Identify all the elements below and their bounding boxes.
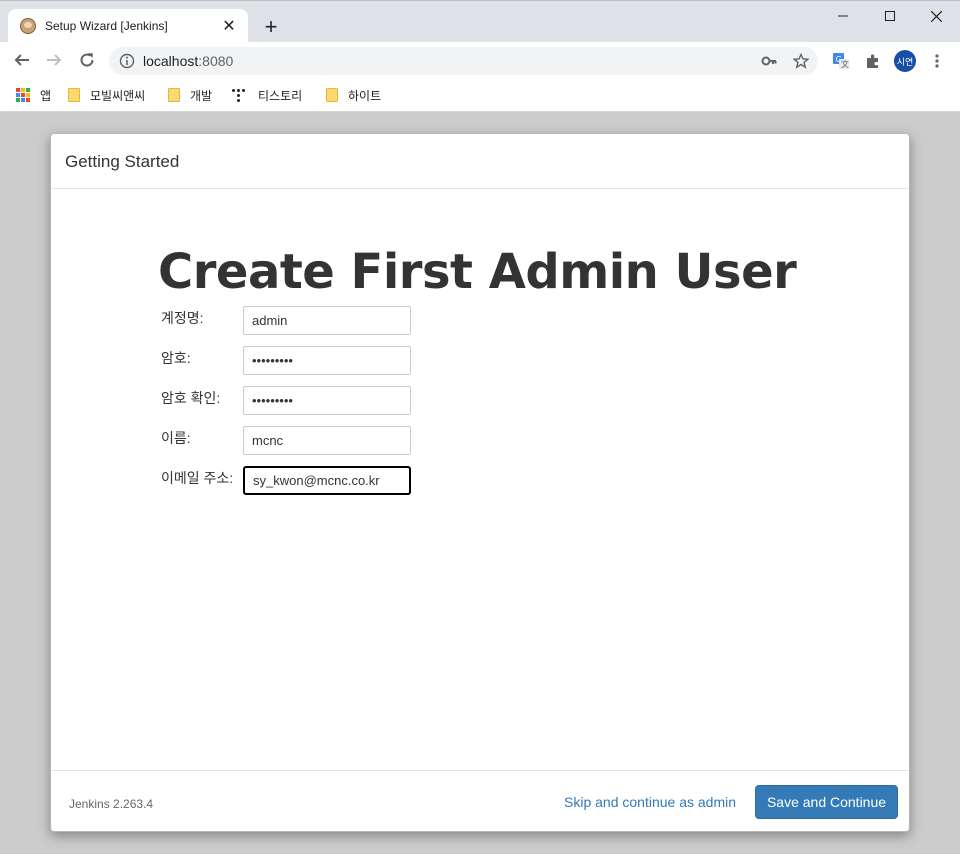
maximize-icon[interactable] <box>867 1 913 31</box>
url-host: localhost <box>143 53 199 69</box>
bookmark-folder-dev[interactable]: 개발 <box>168 84 212 106</box>
tistory-icon <box>232 88 246 102</box>
browser-tab-active[interactable]: Setup Wizard [Jenkins] ✕ <box>8 9 248 43</box>
google-translate-icon[interactable]: G文 <box>830 50 852 72</box>
url-port: :8080 <box>198 53 234 69</box>
password-key-icon[interactable] <box>759 51 779 71</box>
fullname-label: 이름: <box>161 430 191 446</box>
bookmark-star-icon[interactable] <box>791 51 811 71</box>
bookmark-label: 티스토리 <box>258 88 303 103</box>
forward-arrow-icon[interactable] <box>40 46 68 74</box>
bookmarks-bar: 앱 모빌씨앤씨 개발 티스토리 하이트 <box>0 79 960 112</box>
bookmark-label: 하이트 <box>348 88 382 103</box>
folder-icon <box>68 88 80 102</box>
fullname-field[interactable] <box>243 426 411 455</box>
svg-text:文: 文 <box>841 59 849 69</box>
browser-toolbar: localhost:8080 G文 시연 <box>0 42 960 79</box>
bookmark-folder-mobilecnc[interactable]: 모빌씨앤씨 <box>68 84 145 106</box>
bookmark-folder-hite[interactable]: 하이트 <box>326 84 381 106</box>
password-label: 암호: <box>161 350 191 366</box>
info-icon[interactable] <box>119 53 135 69</box>
confirm-password-label: 암호 확인: <box>161 390 221 406</box>
new-tab-icon[interactable]: + <box>258 14 284 40</box>
profile-avatar[interactable]: 시연 <box>894 50 916 72</box>
tab-title: Setup Wizard [Jenkins] <box>45 19 168 33</box>
url-text[interactable]: localhost:8080 <box>143 53 233 69</box>
bookmark-tistory[interactable]: 티스토리 <box>232 84 302 106</box>
wizard-header: Getting Started <box>51 134 909 189</box>
folder-icon <box>326 88 338 102</box>
bookmark-label: 앱 <box>40 88 52 103</box>
minimize-icon[interactable] <box>820 1 866 31</box>
extensions-puzzle-icon[interactable] <box>862 50 884 72</box>
jenkins-favicon-icon <box>20 18 36 34</box>
setup-wizard-dialog: Getting Started Create First Admin User … <box>50 133 910 832</box>
email-field[interactable] <box>243 466 411 495</box>
bookmark-label: 개발 <box>190 88 213 103</box>
bookmark-label: 모빌씨앤씨 <box>90 88 146 103</box>
reload-icon[interactable] <box>73 46 101 74</box>
save-and-continue-button[interactable]: Save and Continue <box>755 785 898 819</box>
wizard-footer: Jenkins 2.263.4 Skip and continue as adm… <box>51 770 909 832</box>
jenkins-version: Jenkins 2.263.4 <box>69 797 154 811</box>
back-arrow-icon[interactable] <box>8 46 36 74</box>
tab-close-icon[interactable]: ✕ <box>220 17 238 35</box>
folder-icon <box>168 88 180 102</box>
confirm-password-field[interactable] <box>243 386 411 415</box>
page-title: Create First Admin User <box>158 244 797 300</box>
wizard-header-title: Getting Started <box>65 152 180 171</box>
address-bar[interactable]: localhost:8080 <box>109 47 818 75</box>
username-label: 계정명: <box>161 310 204 326</box>
email-label: 이메일 주소: <box>161 470 234 486</box>
chrome-menu-icon[interactable] <box>926 50 948 72</box>
apps-grid-icon <box>16 88 30 102</box>
window-close-icon[interactable] <box>913 1 959 31</box>
bookmark-apps[interactable]: 앱 <box>16 84 51 106</box>
password-field[interactable] <box>243 346 411 375</box>
skip-continue-link[interactable]: Skip and continue as admin <box>564 794 736 810</box>
browser-titlebar: Setup Wizard [Jenkins] ✕ + <box>0 0 960 43</box>
username-field[interactable] <box>243 306 411 335</box>
